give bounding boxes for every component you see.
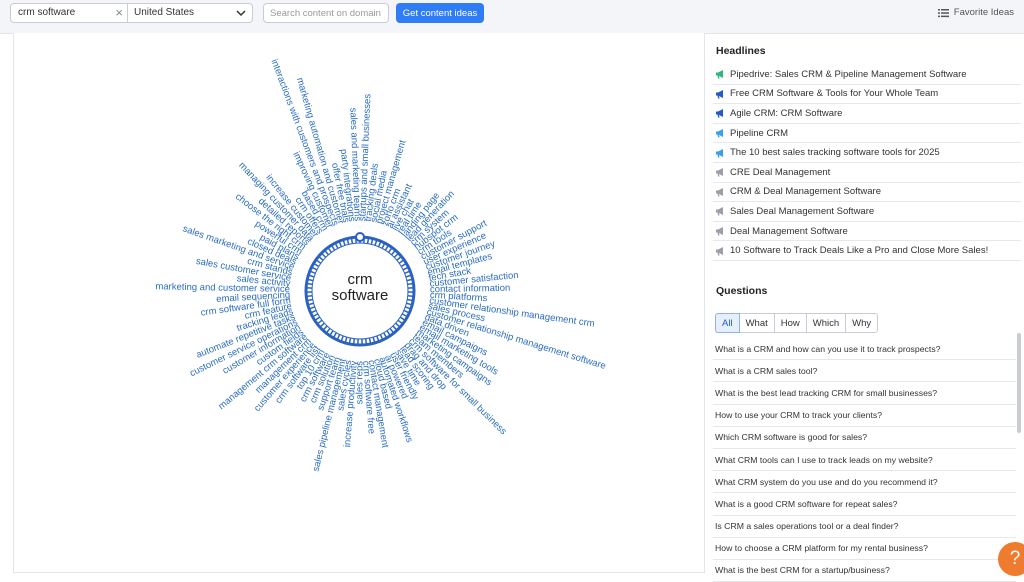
headline-text: Free CRM Software & Tools for Your Whole… bbox=[730, 88, 938, 99]
megaphone-icon bbox=[715, 167, 725, 177]
headline-text: CRE Deal Management bbox=[730, 167, 830, 178]
headline-item[interactable]: Free CRM Software & Tools for Your Whole… bbox=[713, 85, 1021, 105]
question-item[interactable]: What is a good CRM software for repeat s… bbox=[713, 493, 1016, 515]
megaphone-icon bbox=[715, 246, 725, 256]
favorite-ideas-label: Favorite Ideas bbox=[954, 7, 1014, 18]
question-item[interactable]: What is the best CRM for a startup/busin… bbox=[713, 560, 1016, 582]
question-item[interactable]: What CRM tools can I use to track leads … bbox=[713, 449, 1016, 471]
questions-list: What is a CRM and how can you use it to … bbox=[713, 338, 1016, 582]
center-label: software bbox=[332, 287, 389, 304]
headline-text: Sales Deal Management Software bbox=[730, 206, 874, 217]
center-label: crm bbox=[348, 271, 373, 288]
megaphone-icon bbox=[715, 187, 725, 197]
close-icon[interactable]: × bbox=[115, 5, 123, 20]
headline-text: Deal Management Software bbox=[730, 226, 848, 237]
help-icon: ? bbox=[1010, 548, 1021, 569]
topic-cloud: crm software project managementzoho crma… bbox=[14, 33, 704, 573]
megaphone-icon bbox=[715, 89, 725, 99]
questions-title: Questions bbox=[716, 285, 767, 297]
get-content-ideas-button[interactable]: Get content ideas bbox=[396, 3, 484, 23]
megaphone-icon bbox=[715, 128, 725, 138]
top-toolbar: crm software × United States Get content… bbox=[0, 0, 1024, 34]
headline-item[interactable]: Agile CRM: CRM Software bbox=[713, 104, 1021, 124]
question-item[interactable]: Which CRM software is good for sales? bbox=[713, 427, 1016, 449]
keyword-value[interactable]: crm software bbox=[18, 7, 75, 18]
question-item[interactable]: What is a CRM and how can you use it to … bbox=[713, 338, 1016, 360]
question-item[interactable]: What is the best lead tracking CRM for s… bbox=[713, 382, 1016, 404]
headline-text: The 10 best sales tracking software tool… bbox=[730, 147, 940, 158]
headline-item[interactable]: CRE Deal Management bbox=[713, 163, 1021, 183]
scrollbar[interactable] bbox=[1017, 333, 1021, 433]
headline-item[interactable]: 10 Software to Track Deals Like a Pro an… bbox=[713, 241, 1021, 261]
megaphone-icon bbox=[715, 206, 725, 216]
country-value: United States bbox=[134, 7, 194, 18]
headline-text: Agile CRM: CRM Software bbox=[730, 108, 842, 119]
keyword-input[interactable]: crm software × bbox=[10, 3, 128, 23]
headline-item[interactable]: Pipeline CRM bbox=[713, 124, 1021, 144]
headline-item[interactable]: Pipedrive: Sales CRM & Pipeline Manageme… bbox=[713, 65, 1021, 85]
headline-text: Pipedrive: Sales CRM & Pipeline Manageme… bbox=[730, 69, 967, 80]
headline-item[interactable]: CRM & Deal Management Software bbox=[713, 183, 1021, 203]
list-icon bbox=[938, 8, 949, 18]
tab-why[interactable]: Why bbox=[845, 313, 878, 333]
headline-text: 10 Software to Track Deals Like a Pro an… bbox=[730, 245, 988, 256]
tab-all[interactable]: All bbox=[715, 313, 740, 333]
favorite-ideas-button[interactable]: Favorite Ideas bbox=[938, 7, 1014, 18]
headline-text: CRM & Deal Management Software bbox=[730, 186, 881, 197]
megaphone-icon bbox=[715, 226, 725, 236]
headline-item[interactable]: The 10 best sales tracking software tool… bbox=[713, 143, 1021, 163]
headlines-title: Headlines bbox=[716, 45, 766, 57]
headline-item[interactable]: Sales Deal Management Software bbox=[713, 202, 1021, 222]
question-item[interactable]: What is a CRM sales tool? bbox=[713, 360, 1016, 382]
question-item[interactable]: What CRM system do you use and do you re… bbox=[713, 471, 1016, 493]
domain-search-input[interactable] bbox=[263, 3, 389, 23]
question-item[interactable]: How to choose a CRM platform for my rent… bbox=[713, 538, 1016, 560]
ideas-sidebar: Headlines Pipedrive: Sales CRM & Pipelin… bbox=[713, 33, 1024, 573]
help-button[interactable]: ? bbox=[998, 542, 1024, 576]
question-item[interactable]: Is CRM a sales operations tool or a deal… bbox=[713, 516, 1016, 538]
question-item[interactable]: How to use your CRM to track your client… bbox=[713, 405, 1016, 427]
question-filter-tabs: AllWhatHowWhichWhy bbox=[715, 313, 878, 333]
megaphone-icon bbox=[715, 69, 725, 79]
topic-list: project managementzoho crmai assistantli… bbox=[155, 58, 607, 473]
headline-text: Pipeline CRM bbox=[730, 128, 788, 139]
headline-item[interactable]: Deal Management Software bbox=[713, 222, 1021, 242]
tab-how[interactable]: How bbox=[774, 313, 807, 333]
tab-what[interactable]: What bbox=[739, 313, 775, 333]
headlines-list: Pipedrive: Sales CRM & Pipeline Manageme… bbox=[713, 65, 1021, 261]
megaphone-icon bbox=[715, 108, 725, 118]
megaphone-icon bbox=[715, 148, 725, 158]
topic-cloud-panel: crm software project managementzoho crma… bbox=[13, 33, 705, 573]
tab-which[interactable]: Which bbox=[806, 313, 846, 333]
chevron-down-icon bbox=[235, 7, 247, 19]
country-select[interactable]: United States bbox=[127, 3, 253, 23]
